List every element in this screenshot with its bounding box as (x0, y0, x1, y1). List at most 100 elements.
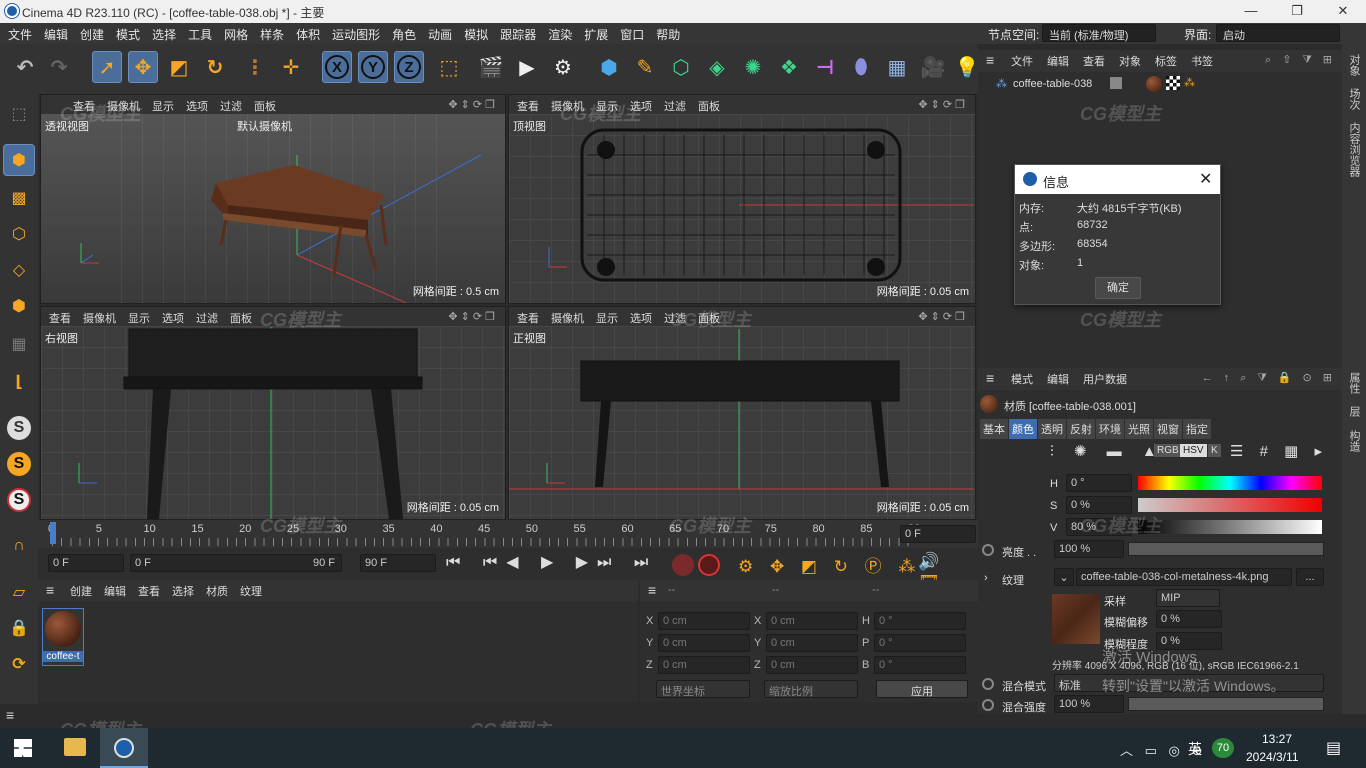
subdivision-icon[interactable]: ⬡ (666, 51, 696, 83)
texture-expand-icon[interactable]: › (984, 572, 988, 584)
x-axis-icon[interactable]: X (322, 51, 352, 83)
material-thumbnail[interactable]: coffee-t (42, 608, 84, 666)
sample-select[interactable]: MIP (1156, 589, 1220, 607)
apply-button[interactable]: 应用 (876, 680, 968, 698)
attr-tab[interactable]: 颜色 (1009, 419, 1037, 439)
node-space-select[interactable]: 当前 (标准/物理) (1042, 24, 1156, 42)
scale-icon[interactable]: ◩ (164, 51, 194, 83)
clock-date[interactable]: 2024/3/11 (1246, 750, 1299, 764)
axis-mode-icon[interactable]: ⌊ (3, 366, 35, 398)
pen-icon[interactable]: ✎ (630, 51, 660, 83)
h-field[interactable]: 0 ° (1066, 474, 1132, 492)
coord-field[interactable]: 0 cm (658, 656, 750, 674)
menu-icon[interactable]: ≡ (648, 582, 656, 598)
coord-field[interactable]: 0 cm (658, 634, 750, 652)
phong-tag-icon[interactable]: ⁂ (1184, 76, 1195, 89)
attr-nav-icons[interactable]: ← ↑ ⌕ ⧩ 🔒 ⊙ ⊞ (1202, 371, 1336, 385)
menu-item-1[interactable]: 编辑 (38, 23, 74, 43)
menu-item-13[interactable]: 跟踪器 (494, 23, 542, 43)
viewport-front[interactable]: 查看 摄像机 显示 选项 过滤 面板 ✥ ⇕ ⟳ ❐ 正视图 网格间距 : 0.05 cm (508, 306, 976, 520)
material-menu-item[interactable]: 材质 (200, 583, 234, 599)
attr-menu-item[interactable]: 用户数据 (1076, 371, 1134, 387)
frame-range-slider[interactable]: 0 F 90 F (130, 554, 342, 572)
coord-field[interactable]: 0 ° (874, 656, 966, 674)
maximize-button[interactable]: ❐ (1274, 0, 1320, 23)
blend-strength-anim-icon[interactable] (982, 699, 994, 711)
color-extra-icons[interactable]: ☰ # ▦ ▸ (1230, 442, 1328, 460)
menu-item-11[interactable]: 动画 (422, 23, 458, 43)
material-menu-item[interactable]: 选择 (166, 583, 200, 599)
object-row[interactable]: ⁂ coffee-table-038 ⁂ (978, 74, 1342, 94)
blur-offset-field[interactable]: 0 % (1156, 610, 1222, 628)
saturation-bar[interactable] (1138, 498, 1322, 512)
rgb-mode[interactable]: RGB (1154, 444, 1182, 457)
value-bar[interactable] (1138, 520, 1322, 534)
world-coords-select[interactable]: 世界坐标 (656, 680, 750, 698)
kelvin-mode[interactable]: K (1208, 444, 1221, 457)
object-menu-item[interactable]: 标签 (1148, 53, 1184, 69)
texture-file-field[interactable]: coffee-table-038-col-metalness-4k.png (1076, 568, 1292, 586)
playhead[interactable] (50, 522, 56, 544)
side-tab-layers[interactable]: 层 (1346, 406, 1362, 417)
snap-settings-icon[interactable]: S (3, 448, 35, 480)
clock-time[interactable]: 13:27 (1262, 732, 1292, 746)
extrude-icon[interactable]: ◈ (702, 51, 732, 83)
snap-icon[interactable]: S (3, 412, 35, 444)
array-icon[interactable]: ❖ (774, 51, 804, 83)
menu-item-2[interactable]: 创建 (74, 23, 110, 43)
side-tab-content-browser[interactable]: 内容浏览器 (1346, 122, 1362, 177)
color-picker-modes[interactable]: ⫶ ✺ ▬ ▲ (1050, 442, 1165, 460)
hsv-mode[interactable]: HSV (1180, 444, 1207, 457)
attr-tab[interactable]: 视窗 (1154, 419, 1182, 439)
material-menu-item[interactable]: 编辑 (98, 583, 132, 599)
material-menu-item[interactable]: 查看 (132, 583, 166, 599)
status-menu-icon[interactable]: ≡ (6, 707, 14, 723)
field-icon[interactable]: ⬮ (846, 51, 876, 83)
input-language[interactable]: 英 (1188, 739, 1202, 759)
notification-icon[interactable]: ▤ (1326, 738, 1341, 758)
menu-item-4[interactable]: 选择 (146, 23, 182, 43)
windows-start-icon[interactable] (14, 739, 32, 757)
material-menu-item[interactable]: 创建 (64, 583, 98, 599)
coord-field[interactable]: 0 cm (766, 656, 858, 674)
autokey-icon[interactable] (698, 554, 720, 576)
rotate-icon[interactable]: ↻ (200, 51, 230, 83)
attr-tab[interactable]: 指定 (1183, 419, 1211, 439)
blend-strength-slider[interactable] (1128, 697, 1324, 711)
ok-button[interactable]: 确定 (1095, 277, 1141, 299)
make-editable-icon[interactable]: ⬚ (3, 98, 35, 130)
menu-item-5[interactable]: 工具 (182, 23, 218, 43)
floor-icon[interactable]: ▦ (882, 51, 912, 83)
cloner-icon[interactable]: ✺ (738, 51, 768, 83)
blend-strength-field[interactable]: 100 % (1054, 695, 1124, 713)
close-button[interactable]: ✕ (1320, 0, 1366, 23)
side-tab-structure[interactable]: 构造 (1346, 430, 1362, 452)
record-icon[interactable] (672, 554, 694, 576)
viewport-right[interactable]: 查看 摄像机 显示 选项 过滤 面板 ✥ ⇕ ⟳ ❐ 右视图 网格间距 : 0.05 cm (40, 306, 506, 520)
texture-more-button[interactable]: ... (1296, 568, 1324, 586)
menu-item-10[interactable]: 角色 (386, 23, 422, 43)
object-menu-item[interactable]: 编辑 (1040, 53, 1076, 69)
undo-icon[interactable]: ↶ (10, 51, 40, 83)
move-icon[interactable]: ✥ (128, 51, 158, 83)
polygons-mode-icon[interactable]: ⬢ (3, 290, 35, 322)
interface-select[interactable]: 启动 (1216, 24, 1340, 42)
transform-icon[interactable]: ✛ (276, 51, 306, 83)
visibility-toggle[interactable] (1110, 77, 1122, 89)
material-menu-item[interactable]: 纹理 (234, 583, 268, 599)
scale-select[interactable]: 缩放比例 (764, 680, 858, 698)
attr-tab[interactable]: 透明 (1038, 419, 1066, 439)
brightness-field[interactable]: 100 % (1054, 540, 1124, 558)
menu-item-15[interactable]: 扩展 (578, 23, 614, 43)
redo-icon[interactable]: ↷ (44, 51, 74, 83)
timeline[interactable]: 051015202530354045505560657075808590 0 F (38, 520, 978, 548)
coord-field[interactable]: 0 ° (874, 612, 966, 630)
coord-field[interactable]: 0 cm (658, 612, 750, 630)
attr-tab[interactable]: 环境 (1096, 419, 1124, 439)
camera-icon[interactable]: 🎥 (918, 51, 948, 83)
attr-menu-item[interactable]: 模式 (1004, 371, 1040, 387)
coord-field[interactable]: 0 cm (766, 634, 858, 652)
timeline-end-field[interactable]: 0 F (900, 525, 976, 543)
object-menu-item[interactable]: 文件 (1004, 53, 1040, 69)
coord-field[interactable]: 0 ° (874, 634, 966, 652)
